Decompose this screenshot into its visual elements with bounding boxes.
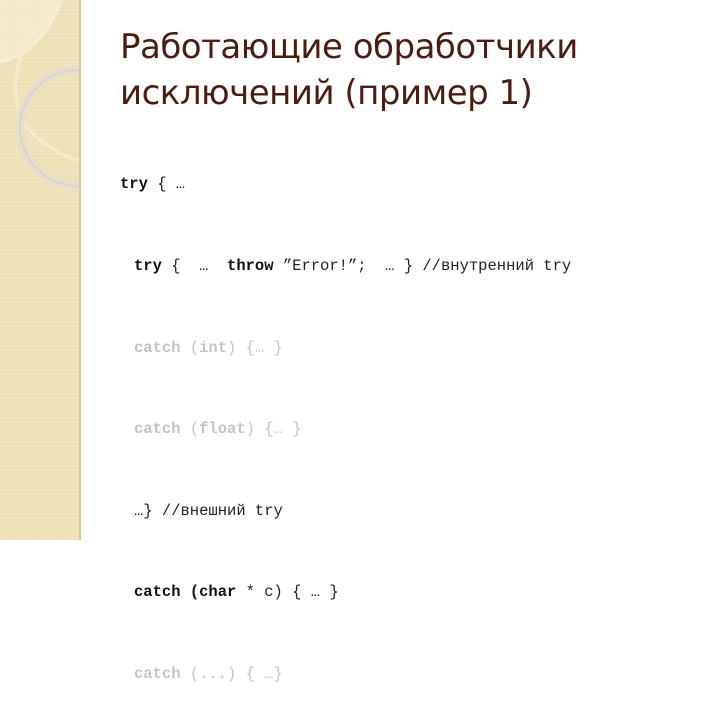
code-text: (...) { …}	[180, 664, 283, 683]
code-text: …} //внешний try	[134, 501, 283, 520]
keyword: char	[199, 583, 237, 602]
code-text: (	[180, 338, 200, 357]
keyword: catch	[134, 664, 181, 683]
keyword: throw	[227, 257, 274, 275]
keyword: try	[134, 257, 162, 275]
slide-title-line-1: Работающие обработчики	[120, 27, 578, 67]
code-line-catch-char: catch (char * c) { … }	[120, 579, 571, 606]
keyword: try	[120, 175, 148, 194]
code-block: try { … try { … throw ”Error!”; … } //вн…	[120, 117, 571, 715]
code-line-outer-close: …} //внешний try	[120, 498, 571, 525]
code-text: ) {… }	[245, 420, 302, 439]
decorative-rings-icon	[0, 0, 79, 191]
code-line-catch-int: catch (int) {… }	[120, 335, 571, 362]
code-line-outer-try: try { …	[120, 171, 571, 198]
code-line-catch-float: catch (float) {… }	[120, 416, 571, 443]
decorative-side-panel	[0, 0, 81, 540]
keyword: int	[199, 338, 228, 357]
keyword: catch	[134, 420, 181, 439]
code-line-inner-try: try { … throw ”Error!”; … } //внутренний…	[120, 253, 571, 280]
code-text: ”Error!”; … } //внутренний try	[273, 257, 572, 275]
code-text: (	[180, 420, 200, 439]
code-text: ) {… }	[227, 338, 283, 357]
code-line-catch-all: catch (...) { …}	[120, 661, 571, 688]
code-text: { …	[147, 175, 186, 194]
keyword: float	[199, 420, 246, 439]
keyword: catch	[134, 338, 181, 357]
code-text: * c) { … }	[236, 583, 339, 602]
slide-title-line-2: исключений (пример 1)	[120, 73, 533, 113]
code-text: { …	[161, 257, 228, 275]
keyword: (	[180, 583, 200, 602]
keyword: catch	[134, 583, 181, 602]
slide-title: Работающие обработчики исключений (приме…	[120, 24, 700, 116]
